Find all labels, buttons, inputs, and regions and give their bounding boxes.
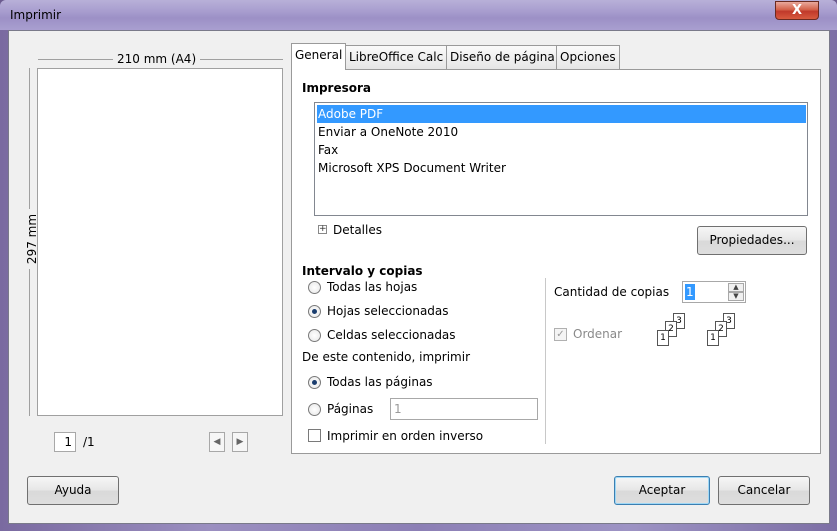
- preview-page-total: /1: [83, 435, 95, 449]
- pages-label: Páginas: [327, 402, 374, 416]
- check-icon: ✓: [556, 329, 565, 340]
- expand-plus-icon[interactable]: +: [318, 225, 327, 234]
- printer-item[interactable]: Enviar a OneNote 2010: [317, 123, 806, 141]
- selected-sheets-label: Hojas seleccionadas: [327, 304, 449, 318]
- selected-sheets-radio[interactable]: [308, 305, 321, 318]
- printer-item[interactable]: Fax: [317, 141, 806, 159]
- print-preview-page: [37, 68, 283, 416]
- ok-button[interactable]: Aceptar: [614, 476, 710, 505]
- close-button[interactable]: X: [775, 1, 819, 20]
- copies-spinner[interactable]: 1 ▲ ▼: [682, 281, 746, 303]
- pages-radio[interactable]: [308, 403, 321, 416]
- title-bar[interactable]: Imprimir: [0, 0, 837, 30]
- chevron-left-icon: ◀: [213, 437, 221, 447]
- preview-next-button[interactable]: ▶: [232, 432, 248, 452]
- preview-prev-button[interactable]: ◀: [209, 432, 225, 452]
- window-title: Imprimir: [10, 8, 62, 22]
- all-sheets-radio[interactable]: [308, 281, 321, 294]
- preview-page-input[interactable]: 1: [54, 432, 76, 452]
- all-pages-radio[interactable]: [308, 376, 321, 389]
- spin-down-icon[interactable]: ▼: [728, 292, 744, 301]
- properties-button[interactable]: Propiedades...: [697, 226, 807, 255]
- all-sheets-label: Todas las hojas: [327, 280, 418, 294]
- spin-up-icon[interactable]: ▲: [728, 283, 744, 292]
- pages-input[interactable]: 1: [390, 398, 538, 420]
- tab-libreoffice-calc[interactable]: LibreOffice Calc: [345, 45, 448, 69]
- all-pages-label: Todas las páginas: [327, 375, 433, 389]
- close-icon: X: [791, 3, 803, 18]
- collate-label: Ordenar: [573, 327, 623, 341]
- printer-list[interactable]: Adobe PDF Enviar a OneNote 2010 Fax Micr…: [314, 102, 808, 216]
- selected-cells-label: Celdas seleccionadas: [327, 328, 456, 342]
- tab-general[interactable]: General: [291, 43, 347, 70]
- copies-value[interactable]: 1: [685, 284, 695, 300]
- copies-separator: [545, 278, 546, 444]
- printer-heading: Impresora: [302, 81, 372, 95]
- chevron-right-icon: ▶: [236, 437, 244, 447]
- copies-label: Cantidad de copias: [554, 285, 670, 299]
- selected-cells-radio[interactable]: [308, 329, 321, 342]
- tab-options[interactable]: Opciones: [556, 45, 620, 69]
- range-heading: Intervalo y copias: [302, 264, 423, 278]
- help-button[interactable]: Ayuda: [27, 476, 119, 505]
- preview-width-label: 210 mm (A4): [113, 52, 201, 66]
- reverse-order-checkbox[interactable]: [308, 429, 321, 442]
- tab-page-layout[interactable]: Diseño de página: [446, 45, 559, 69]
- details-expander[interactable]: Detalles: [333, 223, 382, 237]
- cancel-button[interactable]: Cancelar: [718, 476, 810, 505]
- printer-item[interactable]: Microsoft XPS Document Writer: [317, 159, 806, 177]
- content-heading: De este contenido, imprimir: [302, 350, 470, 364]
- collate-checkbox[interactable]: ✓: [554, 328, 567, 341]
- reverse-order-label: Imprimir en orden inverso: [327, 429, 484, 443]
- printer-item[interactable]: Adobe PDF: [317, 105, 806, 123]
